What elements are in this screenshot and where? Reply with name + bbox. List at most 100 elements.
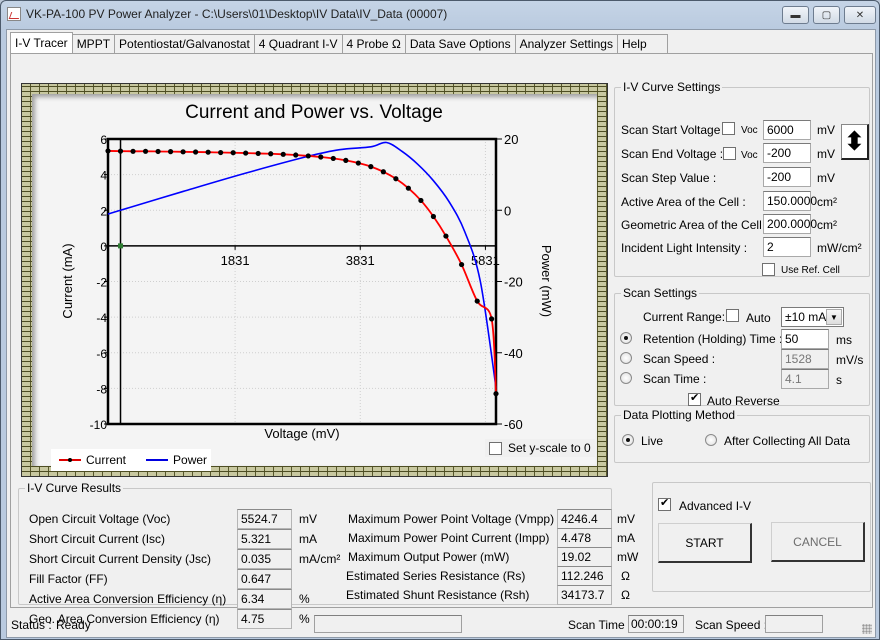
chart-legend: Current Power — [51, 449, 211, 471]
scan-start-voltage-unit: mV — [817, 123, 835, 137]
scan-time-radio[interactable] — [620, 372, 632, 384]
y-tick-label: 2 — [100, 204, 107, 218]
active-area-input[interactable]: 150.0000 — [763, 191, 817, 211]
maximize-icon: ▢ — [821, 9, 832, 21]
scan-start-voc-checkbox[interactable] — [722, 122, 735, 135]
current-data-point — [142, 148, 149, 154]
tab-4-probe[interactable]: 4 Probe Ω — [342, 34, 406, 53]
scan-speed-label: Scan Speed : — [643, 352, 716, 366]
scan-end-voltage-input[interactable]: -200 — [763, 143, 811, 163]
result-unit: mW — [617, 550, 639, 564]
scan-speed-input[interactable]: 1528 — [781, 349, 829, 369]
set-y-scale-zero[interactable]: Set y-scale to 0 — [485, 439, 595, 457]
scan-speed-status-label: Scan Speed : — [695, 618, 768, 632]
y2-tick-label: 0 — [504, 203, 511, 218]
plot-live-label: Live — [641, 434, 664, 448]
current-range-select[interactable]: ±10 mA ▼ — [781, 307, 844, 327]
use-ref-cell-label: Use Ref. Cell — [781, 265, 840, 276]
minimize-button[interactable]: ▬ — [782, 6, 809, 24]
retention-time-radio[interactable] — [620, 332, 632, 344]
y-tick-label: 4 — [100, 169, 107, 183]
set-y-scale-zero-label: Set y-scale to 0 — [508, 441, 591, 455]
tab-help[interactable]: Help — [617, 34, 668, 53]
chart-title: Current and Power vs. Voltage — [185, 102, 443, 123]
set-y-scale-zero-checkbox[interactable] — [489, 441, 502, 455]
plot-border — [106, 137, 498, 426]
close-button[interactable]: ✕ — [844, 6, 876, 24]
resize-grip-icon[interactable] — [862, 624, 872, 634]
scan-speed-status-value — [765, 615, 823, 633]
scan-step-input[interactable]: -200 — [763, 167, 811, 187]
plot-after-collecting-radio[interactable] — [705, 434, 717, 446]
app-chart-icon — [7, 7, 21, 21]
title-bar[interactable]: VK-PA-100 PV Power Analyzer - C:\Users\0… — [1, 1, 879, 29]
tab-potentiostat-galvanostat[interactable]: Potentiostat/Galvanostat — [115, 34, 255, 53]
scan-speed-unit: mV/s — [836, 353, 864, 367]
tab-iv-tracer[interactable]: I-V Tracer — [10, 32, 73, 53]
auto-reverse-checkbox[interactable] — [688, 391, 701, 406]
result-value: 112.246 — [557, 566, 612, 586]
status-value: Ready — [56, 618, 91, 632]
scan-start-voltage-input[interactable]: 6000 — [763, 120, 811, 140]
tab-4-quadrant-iv[interactable]: 4 Quadrant I-V — [254, 34, 343, 53]
scan-time-input[interactable]: 4.1 — [781, 369, 829, 389]
current-series-line — [107, 150, 497, 394]
result-label: Maximum Power Point Current (Impp) — [348, 531, 550, 545]
tab-mppt[interactable]: MPPT — [72, 34, 116, 53]
tab-strip: I-V Tracer MPPT Potentiostat/Galvanostat… — [10, 32, 668, 53]
current-range-value: ±10 mA — [785, 310, 827, 324]
result-value: 0.035 — [237, 549, 292, 569]
result-label: Maximum Power Point Voltage (Vmpp) — [348, 512, 555, 526]
iv-chart: Current and Power vs. Voltage6420-2-4-6-… — [60, 102, 554, 441]
retention-time-input[interactable]: 50 — [781, 329, 829, 349]
result-unit: Ω — [621, 588, 630, 602]
scan-time-status-value: 00:00:19 — [628, 615, 684, 633]
scan-end-voc-checkbox[interactable] — [723, 147, 736, 160]
result-label: Estimated Series Resistance (Rs) — [346, 569, 526, 583]
legend-power-label: Power — [173, 453, 208, 467]
y-tick-label: -4 — [96, 311, 107, 325]
x-tick-label: 3831 — [346, 253, 375, 268]
retention-time-label: Retention (Holding) Time : — [643, 332, 783, 346]
current-range-auto-checkbox[interactable] — [726, 309, 739, 322]
use-ref-cell-checkbox[interactable] — [762, 263, 775, 276]
cancel-button[interactable]: CANCEL — [771, 522, 865, 562]
current-data-point — [167, 149, 174, 155]
data-plotting-method-group: Data Plotting Method Live After Collecti… — [614, 408, 870, 463]
tab-data-save-options[interactable]: Data Save Options — [405, 34, 516, 53]
scan-time-unit: s — [836, 373, 842, 387]
result-unit: Ω — [621, 569, 630, 583]
chevron-down-icon[interactable]: ▼ — [826, 309, 842, 325]
geometric-area-label: Geometric Area of the Cell : — [621, 218, 769, 232]
start-button[interactable]: START — [658, 523, 752, 563]
result-unit: mA — [299, 532, 317, 546]
plot-live-radio[interactable] — [622, 434, 634, 446]
chart-area: Current and Power vs. Voltage 6 4 2 0 -2 -4 -6-… — [32, 94, 597, 471]
current-data-point — [293, 152, 299, 158]
iv-tracer-page: Current and Power vs. Voltage 6 4 2 0 -2 -4 -6-… — [10, 53, 873, 629]
y2-tick-label: -60 — [504, 417, 523, 432]
current-data-point — [193, 149, 199, 155]
current-data-point — [280, 151, 286, 157]
geometric-area-input[interactable]: 200.0000 — [763, 214, 817, 234]
advanced-iv-label: Advanced I-V — [679, 499, 752, 513]
advanced-iv-checkbox[interactable] — [658, 496, 671, 511]
y2-axis-label: Power (mW) — [539, 245, 554, 317]
x-tick-label: 1831 — [221, 253, 250, 268]
result-unit: mV — [617, 512, 635, 526]
tab-analyzer-settings[interactable]: Analyzer Settings — [515, 34, 618, 53]
scan-start-voltage-label: Scan Start Voltage : — [621, 123, 728, 137]
y-tick-label: -8 — [96, 382, 107, 396]
result-label: Fill Factor (FF) — [29, 572, 108, 586]
y-tick-label: 0 — [100, 240, 107, 254]
swap-voltage-button[interactable]: ⬍ — [841, 124, 869, 160]
y2-tick-label: 20 — [504, 132, 518, 147]
y2-tick-label: -20 — [504, 275, 523, 290]
scan-speed-radio[interactable] — [620, 352, 632, 364]
light-intensity-input[interactable]: 2 — [763, 237, 811, 257]
result-unit: mV — [299, 512, 317, 526]
x-axis-label: Voltage (mV) — [264, 426, 339, 441]
result-label: Maximum Output Power (mW) — [348, 550, 510, 564]
maximize-button[interactable]: ▢ — [813, 6, 840, 24]
current-range-label: Current Range: — [643, 310, 726, 324]
